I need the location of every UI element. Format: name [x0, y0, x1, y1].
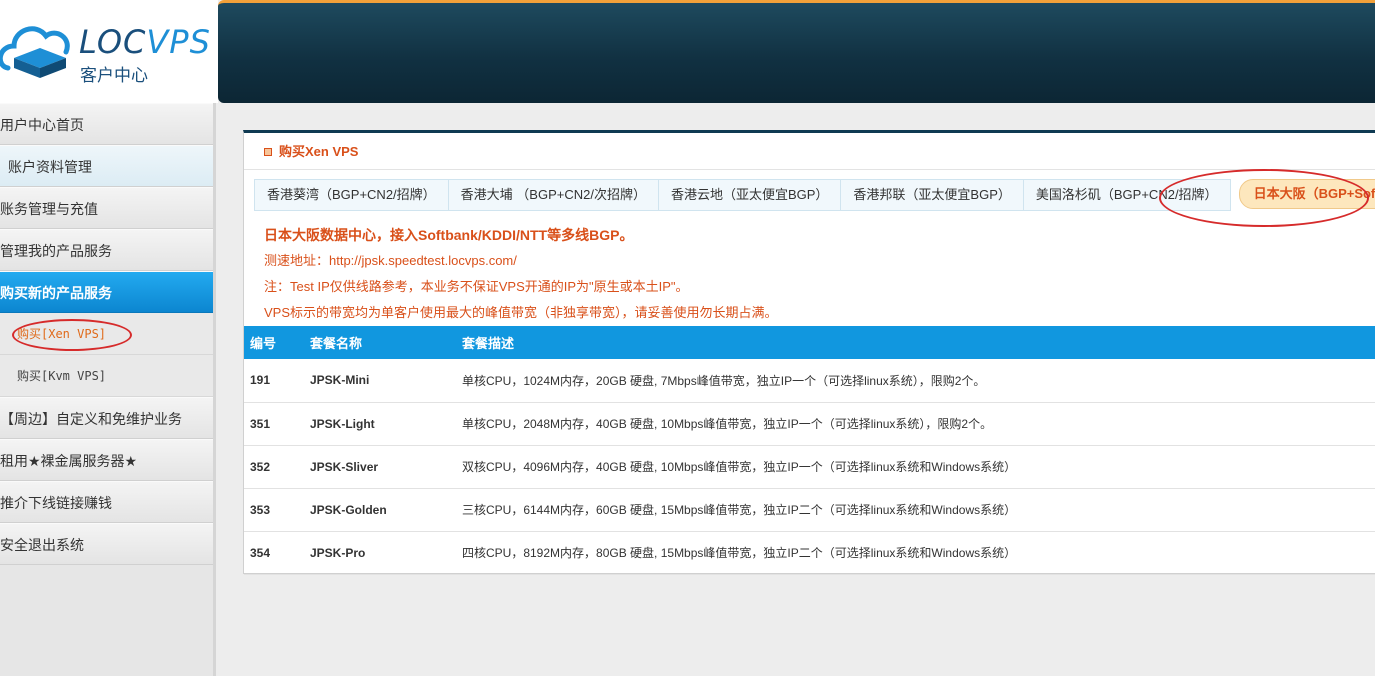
plan-name[interactable]: JPSK-Mini [304, 359, 456, 403]
sidebar-item-logout[interactable]: 安全退出系统 [0, 523, 213, 565]
plan-desc: 双核CPU，4096M内存，40GB 硬盘, 10Mbps峰值带宽，独立IP一个… [456, 445, 1375, 489]
top-banner [218, 0, 1375, 103]
main-panel: 购买Xen VPS 香港葵湾（BGP+CN2/招牌） 香港大埔 （BGP+CN2… [243, 130, 1375, 575]
sidebar-item-referral[interactable]: 推介下线链接赚钱 [0, 481, 213, 523]
region-tabs: 香港葵湾（BGP+CN2/招牌） 香港大埔 （BGP+CN2/次招牌） 香港云地… [254, 179, 1375, 211]
sidebar-item-home[interactable]: 用户中心首页 [0, 103, 213, 145]
square-bullet-icon [264, 148, 272, 156]
sidebar: 用户中心首页 账户资料管理 账务管理与充值 管理我的产品服务 购买新的产品服务 … [0, 103, 216, 676]
table-header-row: 编号 套餐名称 套餐描述 [244, 326, 1375, 359]
plan-name[interactable]: JPSK-Sliver [304, 445, 456, 489]
plan-name[interactable]: JPSK-Pro [304, 531, 456, 575]
table-row[interactable]: 191 JPSK-Mini 单核CPU，1024M内存，20GB 硬盘, 7Mb… [244, 359, 1375, 403]
notes-headline: 日本大阪数据中心，接入Softbank/KDDI/NTT等多线BGP。 [264, 227, 634, 243]
tab-hk-banglian[interactable]: 香港邦联（亚太便宜BGP） [841, 179, 1024, 211]
sidebar-item-billing[interactable]: 账务管理与充值 [0, 187, 213, 229]
sidebar-subitem-buy-xen[interactable]: 购买[Xen VPS] [0, 313, 213, 355]
cloud-logo-icon [0, 26, 70, 78]
sidebar-subitem-label: 购买[Xen VPS] [17, 327, 107, 341]
plan-desc: 四核CPU，8192M内存，80GB 硬盘, 15Mbps峰值带宽，独立IP二个… [456, 531, 1375, 575]
sidebar-item-my-services[interactable]: 管理我的产品服务 [0, 229, 213, 271]
plan-id: 353 [244, 488, 304, 532]
sidebar-item-bare-metal[interactable]: 租用★裸金属服务器★ [0, 439, 213, 481]
sidebar-item-custom-services[interactable]: 【周边】自定义和免维护业务 [0, 397, 213, 439]
sidebar-subitem-buy-kvm[interactable]: 购买[Kvm VPS] [0, 355, 213, 397]
plan-id: 191 [244, 359, 304, 403]
column-header-id: 编号 [244, 326, 304, 359]
plan-desc: 单核CPU，2048M内存，40GB 硬盘, 10Mbps峰值带宽，独立IP一个… [456, 402, 1375, 446]
table-row[interactable]: 351 JPSK-Light 单核CPU，2048M内存，40GB 硬盘, 10… [244, 402, 1375, 446]
table-row[interactable]: 352 JPSK-Sliver 双核CPU，4096M内存，40GB 硬盘, 1… [244, 445, 1375, 489]
table-row[interactable]: 354 JPSK-Pro 四核CPU，8192M内存，80GB 硬盘, 15Mb… [244, 531, 1375, 575]
notes-speedtest: 测速地址：http://jpsk.speedtest.locvps.com/ [264, 253, 517, 268]
column-header-desc: 套餐描述 [456, 326, 1375, 359]
brand-subtitle: 客户中心 [80, 66, 148, 86]
brand-name: LOCVPS [79, 23, 211, 61]
plan-id: 351 [244, 402, 304, 446]
notes-test-ip: 注：Test IP仅供线路参考，本业务不保证VPS开通的IP为"原生或本土IP"… [264, 279, 689, 294]
datacenter-notes: 日本大阪数据中心，接入Softbank/KDDI/NTT等多线BGP。 测速地址… [264, 222, 1364, 326]
plan-name[interactable]: JPSK-Golden [304, 488, 456, 532]
notes-bandwidth: VPS标示的带宽均为单客户使用最大的峰值带宽（非独享带宽），请妥善使用勿长期占满… [264, 305, 778, 320]
tab-jp-osaka[interactable]: 日本大阪（BGP+SoftBank） [1238, 179, 1375, 209]
plan-desc: 三核CPU，6144M内存，60GB 硬盘, 15Mbps峰值带宽，独立IP二个… [456, 488, 1375, 532]
table-row[interactable]: 353 JPSK-Golden 三核CPU，6144M内存，60GB 硬盘, 1… [244, 488, 1375, 532]
plan-id: 352 [244, 445, 304, 489]
plan-id: 354 [244, 531, 304, 575]
tab-hk-kwai-chung[interactable]: 香港葵湾（BGP+CN2/招牌） [254, 179, 449, 211]
logo[interactable]: LOCVPS 客户中心 [0, 0, 218, 103]
sidebar-item-account-profile[interactable]: 账户资料管理 [0, 145, 213, 187]
tab-hk-cloud[interactable]: 香港云地（亚太便宜BGP） [658, 179, 842, 211]
tab-hk-tai-po[interactable]: 香港大埔 （BGP+CN2/次招牌） [448, 179, 659, 211]
plan-name[interactable]: JPSK-Light [304, 402, 456, 446]
plan-desc: 单核CPU，1024M内存，20GB 硬盘, 7Mbps峰值带宽，独立IP一个（… [456, 359, 1375, 403]
column-header-name: 套餐名称 [304, 326, 456, 359]
tab-us-los-angeles[interactable]: 美国洛杉矶（BGP+CN2/招牌） [1023, 179, 1231, 211]
sidebar-item-buy-services[interactable]: 购买新的产品服务 [0, 271, 213, 313]
plan-table: 编号 套餐名称 套餐描述 191 JPSK-Mini 单核CPU，1024M内存… [244, 326, 1375, 575]
panel-title: 购买Xen VPS [244, 133, 1375, 170]
